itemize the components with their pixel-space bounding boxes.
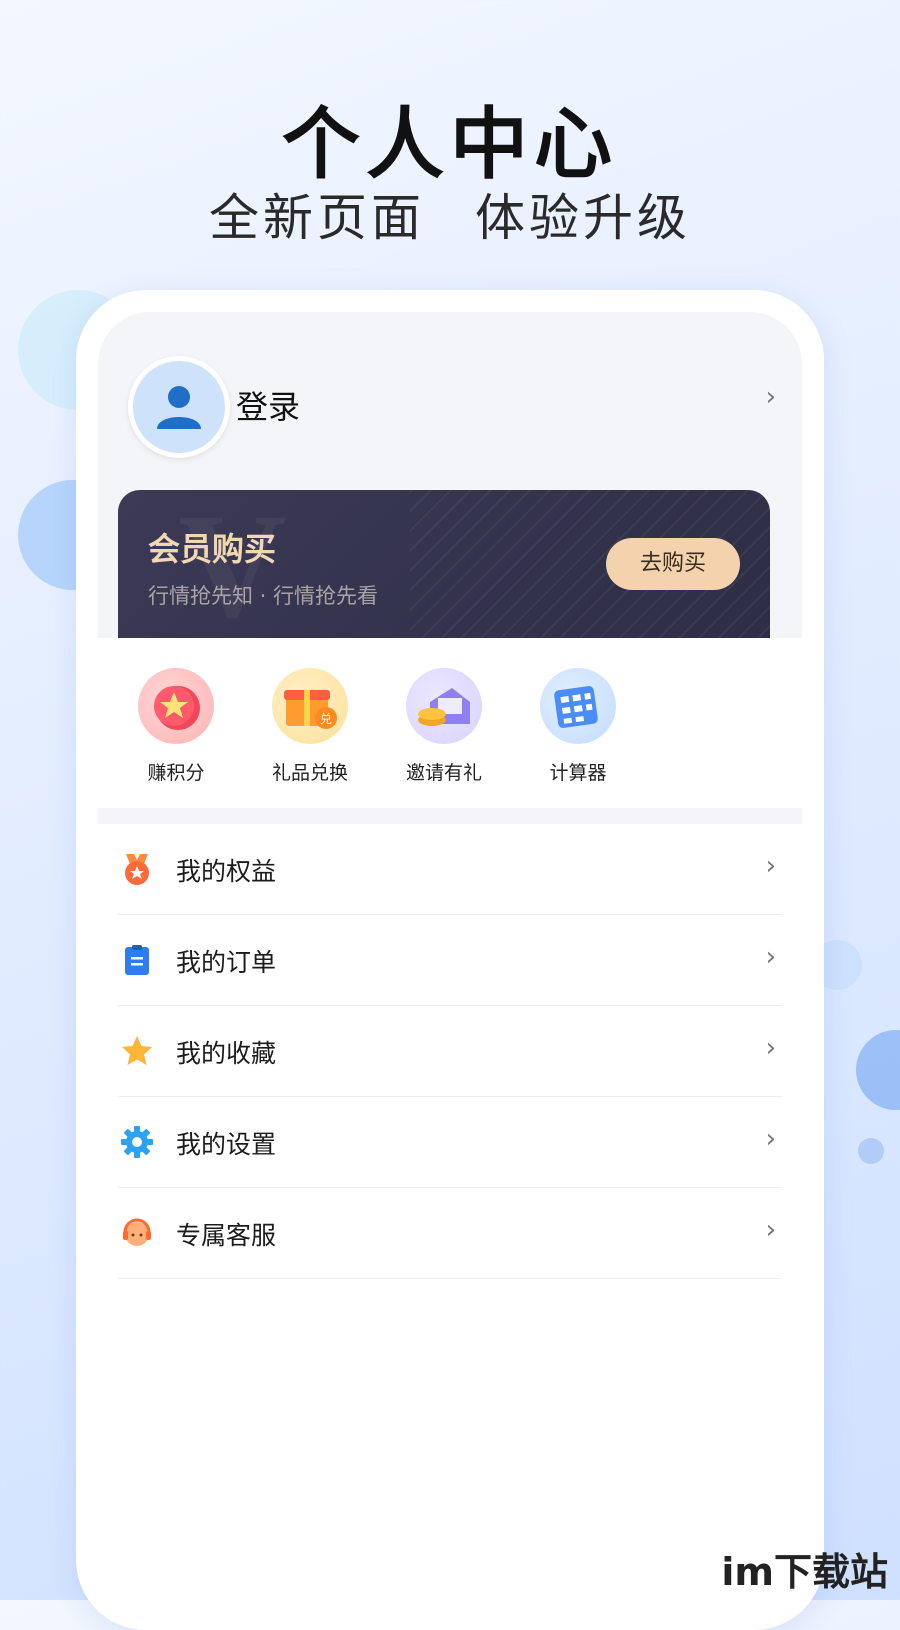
quick-action-label: 赚积分 (147, 762, 205, 784)
login-label[interactable]: 登录 (236, 382, 300, 428)
invite-coins-icon (406, 668, 482, 744)
menu-item-favorites[interactable]: 我的收藏 › (118, 1006, 782, 1097)
site-watermark: im下载站 (721, 1550, 888, 1594)
chevron-right-icon: › (765, 1124, 776, 1154)
user-icon (157, 386, 201, 429)
chevron-right-icon: › (765, 1033, 776, 1063)
clipboard-icon (125, 945, 149, 975)
headset-agent-icon (123, 1218, 151, 1246)
quick-action-gift-exchange[interactable]: 兑 礼品兑换 (250, 668, 370, 785)
chevron-right-icon: › (765, 1215, 776, 1245)
bg-bubble (858, 1138, 884, 1164)
vip-banner[interactable]: V 会员购买 行情抢先知 · 行情抢先看 去购买 (118, 490, 770, 650)
star-icon (122, 1036, 152, 1065)
menu-item-customer-service[interactable]: 专属客服 › (118, 1188, 782, 1279)
buy-vip-button[interactable]: 去购买 (606, 538, 740, 590)
gear-icon (121, 1126, 153, 1158)
quick-action-label: 计算器 (549, 762, 607, 784)
calculator-icon (540, 668, 616, 744)
menu-item-label: 我的收藏 (176, 1039, 277, 1068)
svg-text:兑: 兑 (320, 712, 332, 726)
vip-title: 会员购买 (148, 530, 277, 568)
bg-bubble (856, 1030, 900, 1110)
menu-item-settings[interactable]: 我的设置 › (118, 1097, 782, 1188)
vip-watermark: V (178, 490, 287, 649)
quick-actions: 赚积分 兑 礼品兑换 邀请有礼 计算器 (98, 638, 802, 808)
quick-action-label: 邀请有礼 (405, 762, 482, 784)
vip-subtitle: 行情抢先知 · 行情抢先看 (148, 584, 379, 608)
gift-box-icon: 兑 (272, 668, 348, 744)
quick-action-label: 礼品兑换 (271, 762, 348, 784)
menu-item-label: 我的权益 (176, 857, 277, 886)
quick-action-earn-points[interactable]: 赚积分 (116, 668, 236, 785)
menu-list: 我的权益 › 我的订单 › 我的收藏 › 我的设置 › 专属客服 › (98, 824, 802, 1279)
menu-item-benefits[interactable]: 我的权益 › (118, 824, 782, 915)
chevron-right-icon: › (765, 382, 776, 412)
menu-item-label: 我的订单 (176, 948, 277, 977)
quick-action-invite[interactable]: 邀请有礼 (384, 668, 504, 785)
chevron-right-icon: › (765, 851, 776, 881)
quick-action-calculator[interactable]: 计算器 (518, 668, 638, 785)
avatar[interactable] (128, 356, 230, 458)
chevron-right-icon: › (765, 942, 776, 972)
section-divider (98, 808, 802, 824)
menu-item-label: 专属客服 (176, 1221, 277, 1250)
medal-icon (125, 854, 149, 885)
profile-screen: 登录 › V 会员购买 行情抢先知 · 行情抢先看 去购买 赚积分 兑 礼品兑换… (98, 312, 802, 1612)
promo-subtitle: 全新页面 体验升级 (209, 189, 691, 247)
menu-item-label: 我的设置 (176, 1130, 277, 1159)
menu-item-orders[interactable]: 我的订单 › (118, 915, 782, 1006)
star-badge-icon (138, 668, 214, 744)
